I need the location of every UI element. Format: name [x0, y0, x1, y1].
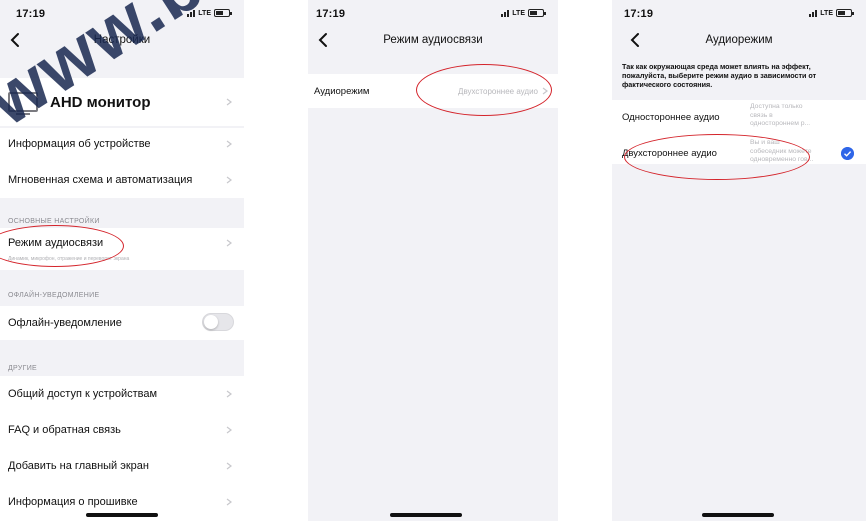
- signal-icon: [809, 9, 818, 17]
- monitor-icon: [8, 92, 38, 115]
- chevron-right-icon: [226, 140, 232, 148]
- audio-mode-screen: 17:19 LTE Аудиорежим Так как окружающая …: [612, 0, 866, 521]
- option-label: Одностороннее аудио: [622, 112, 720, 123]
- chevron-right-icon: [226, 176, 232, 184]
- device-card[interactable]: AHD монитор: [0, 78, 244, 126]
- status-bar: 17:19 LTE: [612, 0, 866, 26]
- checkmark-icon: [841, 147, 854, 160]
- audio-mode-label: Аудиорежим: [314, 85, 370, 97]
- list-item-label: Информация о прошивке: [8, 496, 138, 508]
- chevron-right-icon: [226, 239, 232, 247]
- battery-icon: [528, 9, 546, 17]
- other-group: Общий доступ к устройствам FAQ и обратна…: [0, 376, 244, 521]
- offline-toggle[interactable]: [202, 313, 234, 331]
- offline-group: Офлайн-уведомление: [0, 306, 244, 340]
- list-item-label: Информация об устройстве: [8, 138, 151, 150]
- page-title: Настройки: [93, 34, 151, 46]
- settings-screen: 17:19 LTE Настройки AHD монитор Информац…: [0, 0, 244, 521]
- highlight-oval: [416, 64, 552, 116]
- status-indicators: LTE: [187, 9, 232, 17]
- option-desc-line: одностороннем р...: [750, 120, 811, 127]
- battery-icon: [836, 9, 854, 17]
- nav-bar: Настройки: [0, 26, 244, 56]
- signal-icon: [501, 9, 510, 17]
- status-indicators: LTE: [809, 9, 854, 17]
- highlight-oval: [624, 134, 810, 180]
- nav-bar: Аудиорежим: [612, 26, 866, 56]
- description-text: Так как окружающая среда может влиять на…: [622, 62, 817, 89]
- network-label: LTE: [198, 9, 211, 17]
- signal-icon: [187, 9, 196, 17]
- list-item-label: Добавить на главный экран: [8, 460, 149, 472]
- list-item-label: Общий доступ к устройствам: [8, 388, 158, 400]
- chevron-right-icon: [226, 98, 232, 106]
- home-indicator: [86, 513, 158, 517]
- audio-connection-screen: 17:19 LTE Режим аудиосвязи Аудиорежим Дв…: [308, 0, 558, 521]
- chevron-right-icon: [226, 390, 232, 398]
- status-time: 17:19: [16, 8, 46, 20]
- list-item-sharing[interactable]: Общий доступ к устройствам: [0, 378, 244, 410]
- list-item-label: Мгновенная схема и автоматизация: [8, 174, 193, 186]
- nav-bar: Режим аудиосвязи: [308, 26, 558, 56]
- option-one-way[interactable]: Одностороннее аудио Доступна только связ…: [612, 100, 866, 132]
- network-label: LTE: [512, 9, 525, 17]
- status-time: 17:19: [316, 8, 346, 20]
- battery-icon: [214, 9, 232, 17]
- section-label-offline: ОФЛАЙН-УВЕДОМЛЕНИЕ: [8, 292, 100, 299]
- status-time: 17:19: [624, 8, 654, 20]
- list-item-home-screen[interactable]: Добавить на главный экран: [0, 450, 244, 482]
- device-info-group: Информация об устройстве Мгновенная схем…: [0, 128, 244, 198]
- device-name: AHD монитор: [50, 93, 151, 111]
- list-item-label: FAQ и обратная связь: [8, 424, 121, 436]
- home-indicator: [702, 513, 774, 517]
- option-desc-line: связь в: [750, 111, 773, 119]
- chevron-right-icon: [226, 498, 232, 506]
- chevron-right-icon: [226, 462, 232, 470]
- home-indicator: [390, 513, 462, 517]
- page-title: Режим аудиосвязи: [383, 34, 483, 46]
- status-indicators: LTE: [501, 9, 546, 17]
- chevron-right-icon: [226, 426, 232, 434]
- list-item-automation[interactable]: Мгновенная схема и автоматизация: [0, 164, 244, 196]
- network-label: LTE: [820, 9, 833, 17]
- section-label-basic: ОСНОВНЫЕ НАСТРОЙКИ: [8, 218, 100, 225]
- list-item-device-info[interactable]: Информация об устройстве: [0, 128, 244, 160]
- section-label-other: ДРУГИЕ: [8, 365, 37, 372]
- status-bar: 17:19 LTE: [308, 0, 558, 26]
- offline-label: Офлайн-уведомление: [8, 317, 122, 329]
- page-title: Аудиорежим: [705, 34, 773, 46]
- list-item-faq[interactable]: FAQ и обратная связь: [0, 414, 244, 446]
- status-bar: 17:19 LTE: [0, 0, 244, 26]
- option-description: Доступна только связь в одностороннем р.…: [750, 103, 810, 129]
- option-desc-line: Доступна только: [750, 103, 803, 110]
